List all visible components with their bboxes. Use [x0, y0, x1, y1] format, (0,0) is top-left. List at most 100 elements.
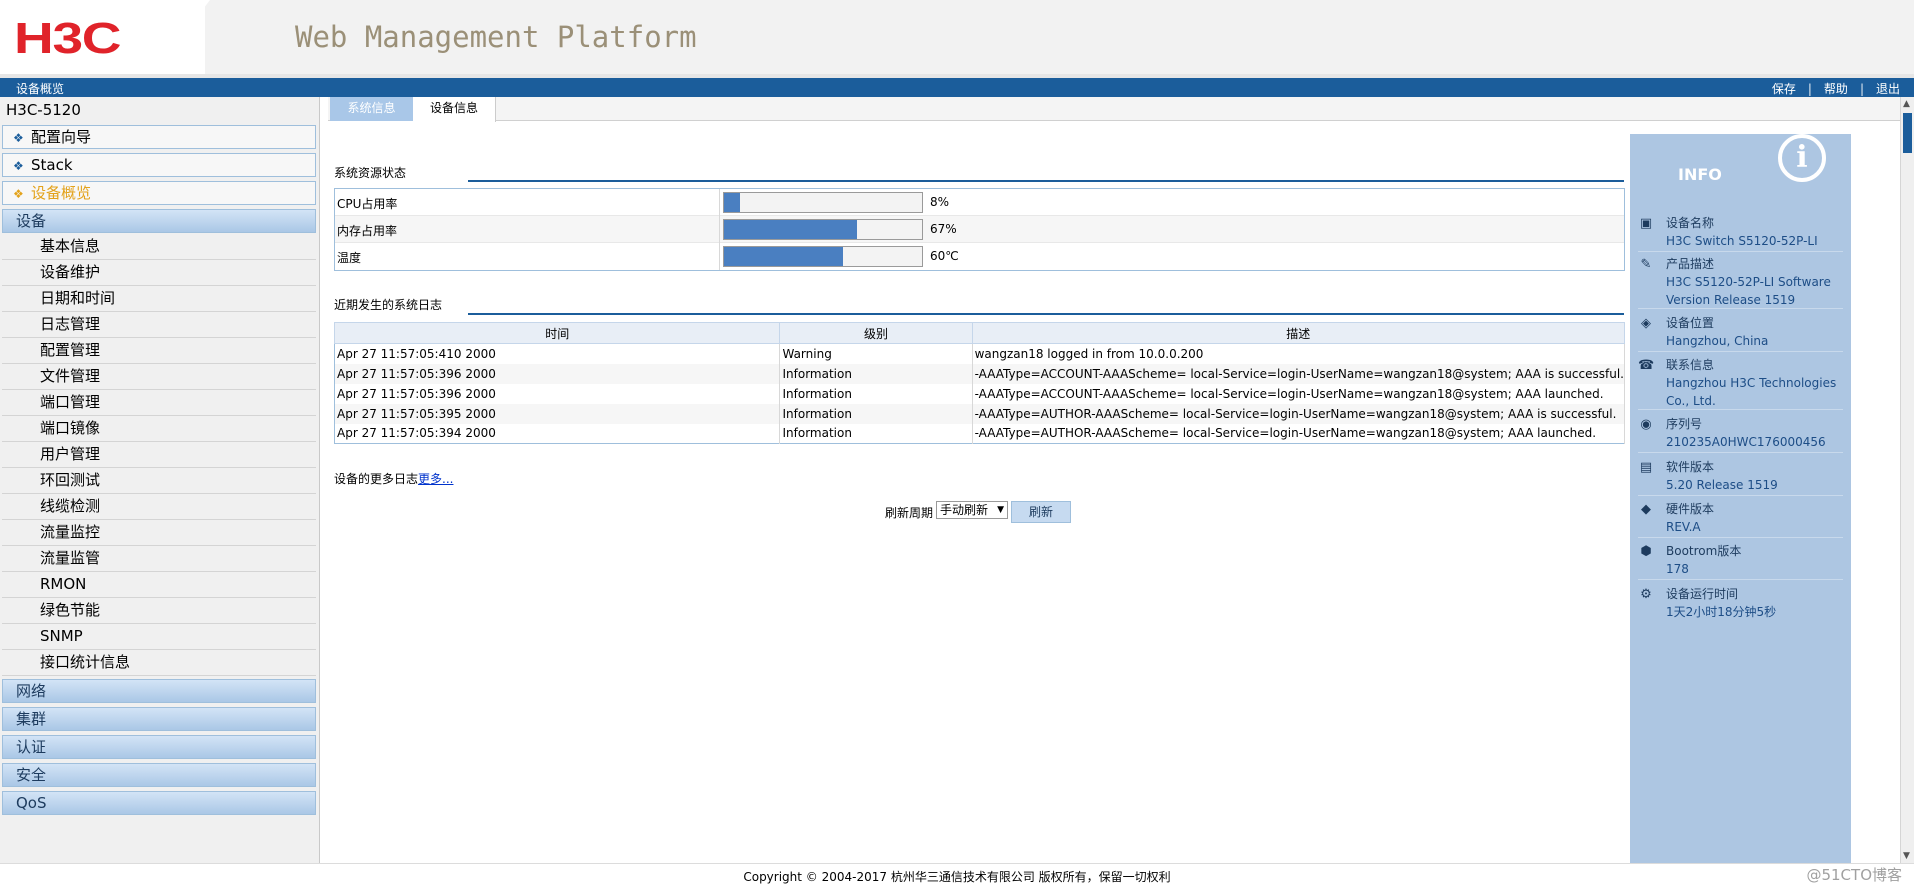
- watermark: @51CTO博客: [1806, 866, 1902, 884]
- serial-icon: ◉: [1640, 417, 1652, 432]
- info-item-serial: ◉ 序列号 210235A0HWC176000456: [1638, 415, 1843, 453]
- resource-section-title: 系统资源状态: [334, 166, 407, 180]
- resource-table: CPU占用率 8% 内存占用率 67% 温度 60℃: [334, 188, 1625, 271]
- log-table: 时间 级别 描述 Apr 27 11:57:05:410 2000 Warnin…: [333, 322, 1626, 444]
- info-key: 产品描述: [1666, 257, 1715, 271]
- cpu-usage-fill: [724, 193, 740, 212]
- link-separator: |: [1807, 82, 1812, 96]
- cpu-usage-bar: [723, 192, 923, 213]
- sidebar-item-loopback-test[interactable]: 环回测试: [2, 468, 316, 494]
- logout-link[interactable]: 退出: [1870, 82, 1906, 96]
- log-description: -AAAType=ACCOUNT-AAAScheme= local-Servic…: [972, 363, 1626, 384]
- log-header-time: 时间: [333, 322, 781, 344]
- sidebar-item-green-energy[interactable]: 绿色节能: [2, 598, 316, 624]
- link-separator: |: [1859, 82, 1864, 96]
- log-level: Information: [779, 403, 973, 424]
- sidebar-item-device-maintenance[interactable]: 设备维护: [2, 260, 316, 286]
- log-time: Apr 27 11:57:05:410 2000: [334, 343, 781, 364]
- sidebar-item-interface-stats[interactable]: 接口统计信息: [2, 650, 316, 676]
- help-link[interactable]: 帮助: [1818, 82, 1854, 96]
- log-header-description: 描述: [971, 322, 1626, 344]
- temperature-value: 60℃: [930, 249, 959, 263]
- breadcrumb: 设备概览: [16, 82, 65, 96]
- info-key: Bootrom版本: [1666, 544, 1742, 558]
- column-divider: [719, 243, 720, 270]
- sidebar-group-device[interactable]: 设备: [2, 209, 316, 233]
- sidebar-item-date-time[interactable]: 日期和时间: [2, 286, 316, 312]
- cpu-usage-value: 8%: [930, 195, 950, 209]
- diamond-icon: ❖: [13, 159, 24, 173]
- save-link[interactable]: 保存: [1766, 82, 1802, 96]
- memory-usage-bar: [723, 219, 923, 240]
- temperature-fill: [724, 247, 843, 266]
- sidebar-item-stack[interactable]: ❖ Stack: [2, 153, 316, 177]
- sidebar-item-cable-test[interactable]: 线缆检测: [2, 494, 316, 520]
- refresh-period-select[interactable]: 手动刷新 ▼: [936, 501, 1008, 519]
- sidebar-item-basic-info[interactable]: 基本信息: [2, 234, 316, 260]
- log-level: Warning: [779, 343, 973, 364]
- footer: Copyright © 2004-2017 杭州华三通信技术有限公司 版权所有，…: [0, 863, 1914, 886]
- sidebar-item-rmon[interactable]: RMON: [2, 572, 316, 598]
- info-key: 硬件版本: [1666, 502, 1715, 516]
- vertical-scrollbar[interactable]: ▲ ▼: [1900, 97, 1914, 863]
- info-key: 设备位置: [1666, 316, 1715, 330]
- sidebar-item-config-management[interactable]: 配置管理: [2, 338, 316, 364]
- refresh-button[interactable]: 刷新: [1011, 501, 1071, 523]
- table-row: Apr 27 11:57:05:394 2000 Information -AA…: [334, 423, 1626, 444]
- scroll-up-icon[interactable]: ▲: [1903, 99, 1910, 109]
- log-description: wangzan18 logged in from 10.0.0.200: [972, 343, 1626, 364]
- software-icon: ▤: [1639, 460, 1653, 475]
- sidebar-group-security[interactable]: 安全: [2, 763, 316, 787]
- info-key: 序列号: [1666, 417, 1703, 431]
- diamond-icon: ❖: [13, 131, 24, 145]
- info-value: 178: [1666, 562, 1689, 576]
- scroll-down-icon[interactable]: ▼: [1903, 851, 1910, 861]
- sidebar-item-user-management[interactable]: 用户管理: [2, 442, 316, 468]
- sidebar-group-network[interactable]: 网络: [2, 679, 316, 703]
- info-item-product-description: ✎ 产品描述 H3C S5120-52P-LI Software Version…: [1638, 255, 1843, 309]
- sidebar-item-traffic-policing[interactable]: 流量监管: [2, 546, 316, 572]
- resource-section-divider: [468, 180, 1624, 182]
- log-time: Apr 27 11:57:05:394 2000: [334, 423, 781, 444]
- info-key: 联系信息: [1666, 358, 1715, 372]
- sidebar-group-qos[interactable]: QoS: [2, 791, 316, 815]
- column-divider: [719, 189, 720, 216]
- info-value: H3C S5120-52P-LI Software Version Releas…: [1666, 275, 1831, 307]
- sidebar-item-port-mirroring[interactable]: 端口镜像: [2, 416, 316, 442]
- sidebar-item-file-management[interactable]: 文件管理: [2, 364, 316, 390]
- sidebar-item-port-management[interactable]: 端口管理: [2, 390, 316, 416]
- bootrom-icon: ⬢: [1640, 544, 1652, 559]
- log-level: Information: [779, 383, 973, 404]
- copyright: Copyright © 2004-2017 杭州华三通信技术有限公司 版权所有，…: [743, 870, 1171, 884]
- sidebar-item-snmp[interactable]: SNMP: [2, 624, 316, 650]
- sidebar-item-log-management[interactable]: 日志管理: [2, 312, 316, 338]
- log-header-level: 级别: [779, 322, 973, 344]
- info-value: H3C Switch S5120-52P-LI: [1666, 234, 1818, 248]
- tab-device-info[interactable]: 设备信息: [413, 97, 496, 122]
- scroll-thumb[interactable]: [1903, 113, 1912, 153]
- info-title: INFO: [1678, 165, 1722, 184]
- info-item-contact: ☎ 联系信息 Hangzhou H3C Technologies Co., Lt…: [1638, 356, 1843, 410]
- sidebar-group-authentication[interactable]: 认证: [2, 735, 316, 759]
- more-logs-link[interactable]: 更多...: [418, 472, 453, 486]
- info-value: 5.20 Release 1519: [1666, 478, 1778, 492]
- resource-row-temperature: 温度 60℃: [335, 243, 1624, 270]
- log-level: Information: [779, 423, 973, 444]
- temperature-bar: [723, 246, 923, 267]
- info-item-device-name: ▣ 设备名称 H3C Switch S5120-52P-LI: [1638, 214, 1843, 252]
- resource-label: 温度: [337, 251, 362, 265]
- memory-usage-value: 67%: [930, 222, 957, 236]
- sidebar-item-device-overview[interactable]: ❖ 设备概览: [2, 181, 316, 205]
- refresh-period-value: 手动刷新: [940, 503, 989, 517]
- sidebar-item-config-wizard[interactable]: ❖ 配置向导: [2, 125, 316, 149]
- sidebar-item-traffic-monitor[interactable]: 流量监控: [2, 520, 316, 546]
- topbar-links: 保存 | 帮助 | 退出: [1766, 80, 1906, 97]
- info-item-uptime: ⚙ 设备运行时间 1天2小时18分钟5秒: [1638, 585, 1843, 623]
- resource-row-memory: 内存占用率 67%: [335, 216, 1624, 243]
- tab-system-info[interactable]: 系统信息: [330, 97, 413, 121]
- log-header-row: 时间 级别 描述: [333, 322, 1626, 344]
- info-icon: i: [1778, 134, 1826, 182]
- topbar: 设备概览 保存 | 帮助 | 退出: [0, 78, 1914, 97]
- sidebar-group-cluster[interactable]: 集群: [2, 707, 316, 731]
- log-description: -AAAType=AUTHOR-AAAScheme= local-Service…: [972, 423, 1626, 444]
